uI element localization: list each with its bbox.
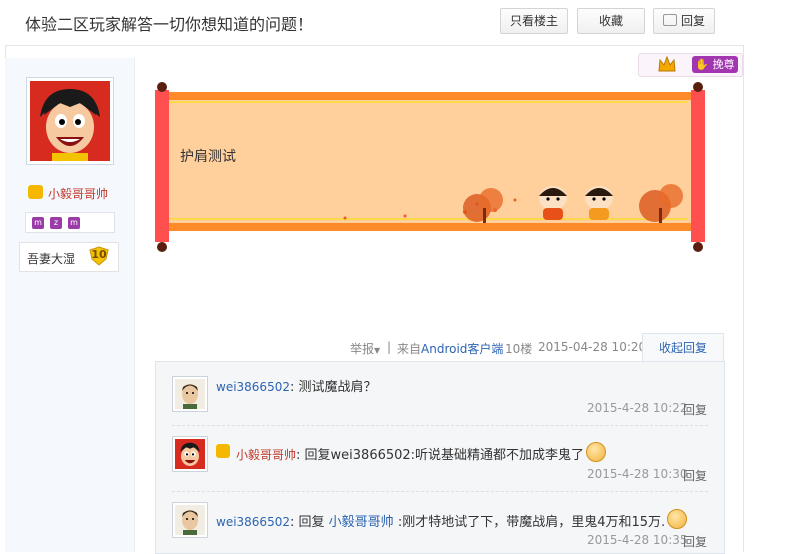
- scroll-knob: [157, 242, 167, 252]
- right-border: [743, 45, 744, 552]
- scroll-frame: [153, 82, 707, 257]
- level-number: 10: [91, 248, 107, 261]
- cartoon-boy-avatar-image: [175, 439, 205, 469]
- reply-button[interactable]: 回复: [653, 8, 715, 34]
- post-content: 护肩测试: [180, 149, 236, 165]
- reply-user[interactable]: 小毅哥哥帅: [236, 448, 296, 462]
- reply-avatar[interactable]: [172, 502, 208, 538]
- badge-2-icon[interactable]: z: [50, 217, 62, 229]
- reply-avatar[interactable]: [172, 436, 208, 472]
- report-label: 举报: [350, 342, 375, 356]
- author-name[interactable]: 小毅哥哥帅: [48, 185, 108, 202]
- level-shield-icon: 10: [88, 246, 110, 266]
- scroll-decoration: [169, 101, 688, 223]
- level-box[interactable]: 吾妻大湿 10: [19, 242, 119, 272]
- scroll-knob: [693, 242, 703, 252]
- reply-action-button[interactable]: 回复: [683, 533, 707, 550]
- thread-title: 体验二区玩家解答一切你想知道的问题！: [25, 15, 314, 34]
- badge-1-icon[interactable]: m: [32, 217, 44, 229]
- reply-text: 小毅哥哥帅: 回复wei3866502:听说基础精通都不加成李鬼了: [236, 442, 607, 463]
- reply-text: wei3866502: 回复 小毅哥哥帅 :刚才特地试了下，带魔战肩，里鬼4万和…: [216, 509, 688, 530]
- author-sidebar: 小毅哥哥帅 m z m 吾妻大湿 10: [5, 58, 135, 552]
- badge-3-icon[interactable]: m: [68, 217, 80, 229]
- level-name: 吾妻大湿: [27, 252, 76, 266]
- scroll-right-rod: [691, 90, 705, 242]
- reply-separator: [172, 425, 708, 426]
- floor-number: 10楼: [505, 342, 533, 356]
- reply-avatar[interactable]: [172, 376, 208, 412]
- reply-user[interactable]: wei3866502: [216, 515, 290, 529]
- reply-separator: [172, 491, 708, 492]
- fold-replies-button[interactable]: 收起回复: [642, 333, 724, 362]
- meta-divider: |: [387, 340, 392, 354]
- smiley-emoji-icon: [586, 442, 607, 462]
- post-time: 2015-04-28 10:20: [538, 340, 647, 354]
- scroll-knob: [693, 82, 703, 92]
- vip-crown-icon: [28, 185, 43, 199]
- man-avatar-image: [175, 379, 205, 409]
- only-op-button[interactable]: 只看楼主: [500, 8, 568, 34]
- reply-action-button[interactable]: 回复: [683, 467, 707, 484]
- reply-time: 2015-4-28 10:30: [587, 467, 688, 481]
- reply-prefix: 回复: [298, 515, 325, 530]
- reply-content: 测试魔战肩？: [298, 380, 377, 395]
- reply-time: 2015-4-28 10:22: [587, 401, 688, 415]
- author-badges: m z m: [25, 212, 115, 233]
- caret-down-icon: ▼: [374, 346, 381, 355]
- reply-text: wei3866502: 测试魔战肩？: [216, 380, 377, 395]
- tag-badge: ✋ 挽尊: [692, 56, 738, 73]
- source-prefix: 来自: [397, 342, 422, 356]
- thread-header: 体验二区玩家解答一切你想知道的问题！ 只看楼主 收藏 回复: [5, 0, 743, 46]
- smiley-emoji-icon: [667, 509, 688, 529]
- crown-tag-icon: [657, 55, 677, 73]
- tag-label: 挽尊: [712, 58, 735, 71]
- post-tag[interactable]: ✋ 挽尊: [638, 53, 743, 77]
- report-link[interactable]: 举报▼: [350, 340, 380, 357]
- client-link[interactable]: Android客户端: [421, 342, 503, 356]
- scroll-left-rod: [155, 90, 169, 242]
- favorite-button[interactable]: 收藏: [577, 8, 645, 34]
- scroll-knob: [157, 82, 167, 92]
- scroll-body: [165, 92, 692, 231]
- reply-list: wei3866502: 测试魔战肩？ 2015-4-28 10:22 回复 小毅…: [155, 361, 725, 554]
- reply-action-button[interactable]: 回复: [683, 401, 707, 418]
- reply-user[interactable]: wei3866502: [216, 380, 290, 394]
- speech-bubble-icon: [662, 14, 677, 26]
- post-source: 来自Android客户端: [397, 340, 503, 357]
- reply-mention[interactable]: 小毅哥哥帅: [329, 515, 394, 530]
- cartoon-boy-avatar-image: [30, 81, 110, 161]
- man-avatar-image: [175, 505, 205, 535]
- reply-button-label: 回复: [680, 14, 705, 28]
- reply-time: 2015-4-28 10:35: [587, 533, 688, 547]
- author-avatar[interactable]: [26, 77, 114, 165]
- reply-content: :刚才特地试了下，带魔战肩，里鬼4万和15万.: [397, 515, 666, 530]
- vip-crown-icon: [216, 444, 230, 458]
- reply-content: 回复wei3866502:听说基础精通都不加成李鬼了: [304, 448, 585, 463]
